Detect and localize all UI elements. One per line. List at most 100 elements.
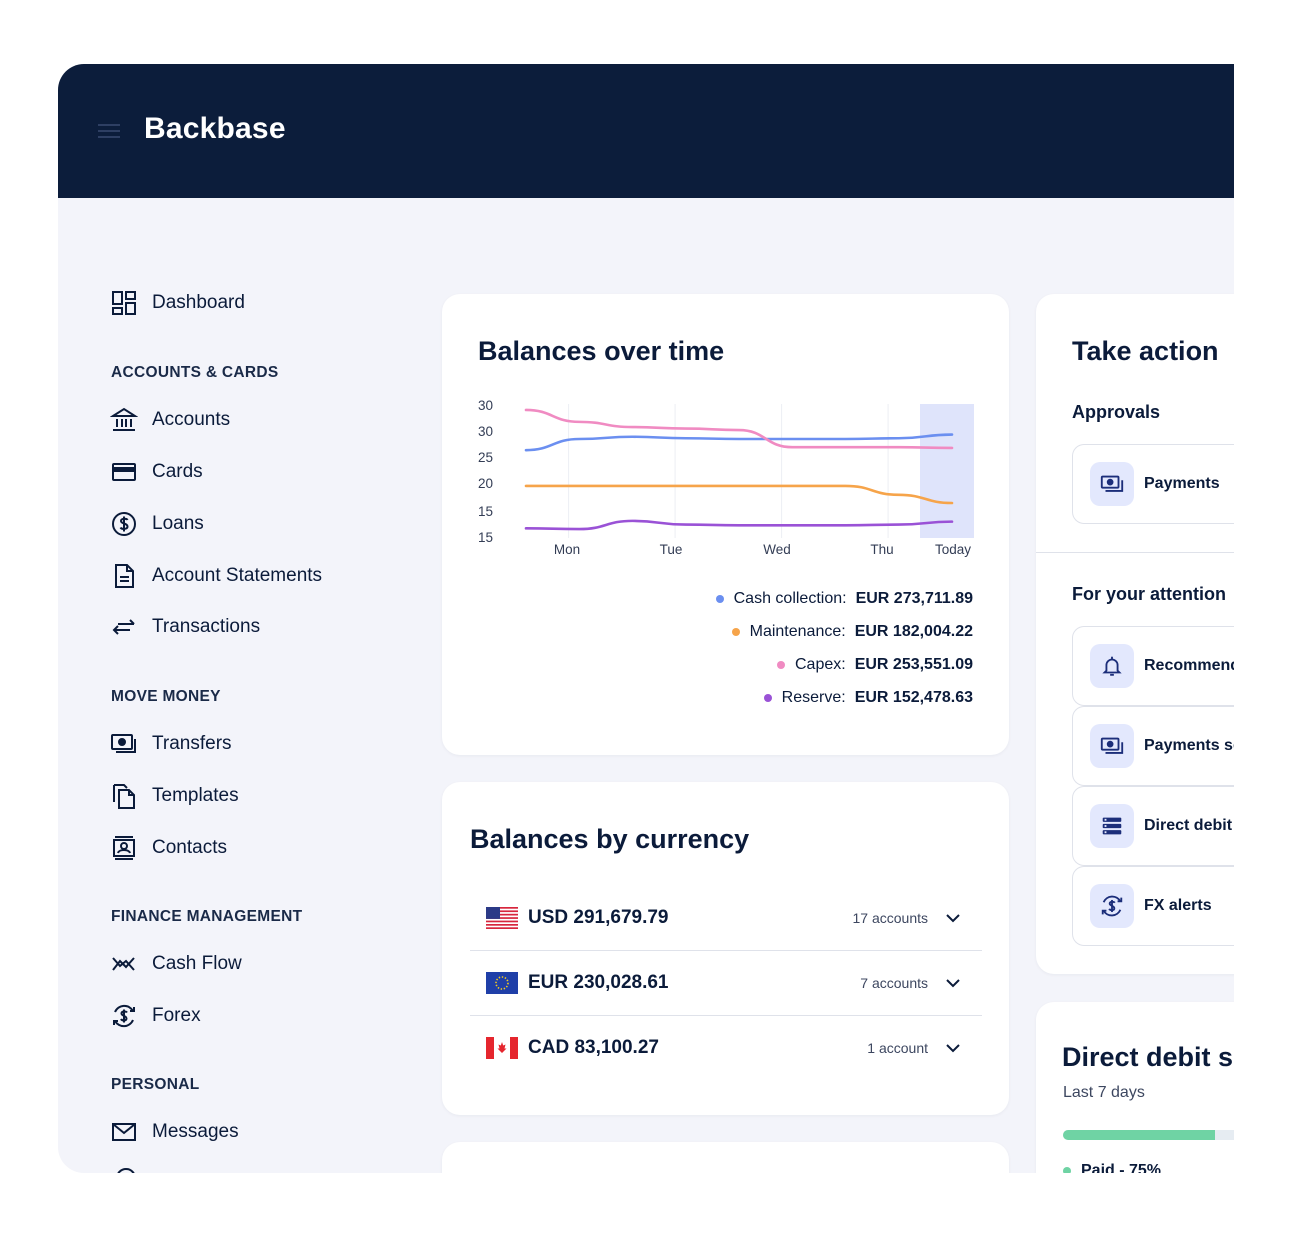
legend-value: EUR 253,551.09 <box>854 656 973 673</box>
sidebar-item-dashboard[interactable]: Dashboard <box>110 288 245 318</box>
account-count: 17 accounts <box>852 910 929 926</box>
account-count: 7 accounts <box>860 975 928 991</box>
legend-dot <box>776 661 785 669</box>
currency-row-eur[interactable]: EUR 230,028.61 7 accounts <box>470 951 982 1015</box>
bell-icon <box>1090 644 1134 688</box>
sidebar-item-label: Transfers <box>152 733 232 754</box>
eu-flag-icon <box>486 972 518 994</box>
sidebar-item-templates[interactable]: Templates <box>110 781 239 811</box>
sidebar-item-messages[interactable]: Messages <box>110 1117 239 1147</box>
currency-amount: EUR 230,028.61 <box>528 972 669 993</box>
top-bar: Backbase <box>58 64 1234 198</box>
attention-payments-scheduled[interactable]: Payments sc <box>1072 706 1234 786</box>
section-heading-finance-management: FINANCE MANAGEMENT <box>111 908 303 925</box>
sidebar-item-label: Cash Flow <box>152 953 242 974</box>
sidebar-item-transactions[interactable]: Transactions <box>110 612 260 642</box>
attention-heading: For your attention <box>1072 584 1226 604</box>
attention-recommend[interactable]: Recommend <box>1072 626 1234 706</box>
currency-exchange-icon <box>1090 884 1134 928</box>
us-flag-icon <box>486 907 518 929</box>
sidebar-item-label: Account Statements <box>152 565 323 586</box>
y-tick-label: 30 <box>478 424 494 439</box>
legend-label: Capex: <box>794 656 846 673</box>
currency-row-usd[interactable]: USD 291,679.79 17 accounts <box>470 886 982 950</box>
sidebar-item-label: Accounts <box>152 409 231 430</box>
sidebar-item-label: Templates <box>152 785 239 806</box>
legend-label: Maintenance: <box>749 623 846 640</box>
legend-dot <box>763 694 772 702</box>
chevron-down-icon[interactable] <box>946 1043 960 1053</box>
sidebar-item-label: Cards <box>152 461 203 482</box>
y-tick-label: 30 <box>478 398 494 413</box>
sidebar-item-accounts[interactable]: Accounts <box>110 405 230 435</box>
sidebar-item-contacts[interactable]: Contacts <box>110 833 227 863</box>
sidebar-item-label: Transactions <box>152 616 261 637</box>
sidebar-item-transfers[interactable]: Transfers <box>110 729 232 759</box>
paid-progress-fill <box>1063 1130 1216 1140</box>
take-action-card: Take action Approvals Payments For your … <box>1036 294 1234 974</box>
x-tick-label: Mon <box>553 542 581 557</box>
card-title: Take action <box>1072 336 1219 366</box>
hamburger-menu-icon[interactable] <box>98 124 120 138</box>
legend-dot <box>731 628 740 636</box>
section-heading-move-money: MOVE MONEY <box>111 688 221 705</box>
legend-dot <box>1063 1167 1071 1173</box>
legend-item-reserve: Reserve: EUR 152,478.63 <box>763 689 973 707</box>
money-icon <box>1090 462 1134 506</box>
envelope-icon <box>112 1123 136 1141</box>
money-icon <box>1090 724 1134 768</box>
chevron-down-icon[interactable] <box>946 913 960 923</box>
currency-row-cad[interactable]: CAD 83,100.27 1 account <box>470 1016 982 1080</box>
legend-item-maintenance: Maintenance: EUR 182,004.22 <box>731 623 973 641</box>
card-subtitle: Last 7 days <box>1063 1084 1145 1101</box>
currency-amount: USD 291,679.79 <box>528 907 669 928</box>
brand-logo[interactable]: Backbase <box>144 112 286 146</box>
legend-item-capex: Capex: EUR 253,551.09 <box>776 656 973 674</box>
attention-direct-debit[interactable]: Direct debit <box>1072 786 1234 866</box>
sidebar-item-forex[interactable]: Forex <box>110 1001 201 1031</box>
x-tick-label: Wed <box>763 542 791 557</box>
line-chart <box>524 404 974 538</box>
chevron-down-icon[interactable] <box>946 978 960 988</box>
server-list-icon <box>1090 804 1134 848</box>
sidebar-item-cards[interactable]: Cards <box>110 457 203 487</box>
action-label: Payments sc <box>1144 737 1234 754</box>
y-tick-label: 25 <box>478 450 494 465</box>
attention-fx-alerts[interactable]: FX alerts <box>1072 866 1234 946</box>
today-highlight <box>920 404 974 538</box>
document-icon <box>115 564 134 588</box>
sidebar-item-loans[interactable]: Loans <box>110 509 204 539</box>
legend-dot <box>715 595 724 603</box>
y-tick-label: 15 <box>478 530 494 545</box>
sidebar-item-label: Loans <box>152 513 204 534</box>
approval-payments[interactable]: Payments <box>1072 444 1234 524</box>
app-window: Backbase Dashboard ACCOUNTS & CARDS Acco… <box>58 64 1234 1173</box>
section-heading-personal: PERSONAL <box>111 1076 200 1093</box>
direct-debit-card: Direct debit s Last 7 days Paid - 75% <box>1036 1002 1234 1173</box>
sidebar-item-cash-flow[interactable]: Cash Flow <box>110 949 242 979</box>
sidebar-item-account-statements[interactable]: Account Statements <box>110 561 322 591</box>
action-label: Recommend <box>1144 657 1234 674</box>
action-label: Direct debit <box>1144 817 1233 834</box>
sidebar-item-label: Contacts <box>152 837 227 858</box>
copy-icon <box>113 784 135 809</box>
dollar-circle-icon <box>112 512 136 536</box>
x-tick-label: Tue <box>659 542 683 557</box>
y-tick-label: 15 <box>478 504 494 519</box>
action-label: FX alerts <box>1144 897 1212 914</box>
partial-card <box>442 1142 1009 1173</box>
x-tick-label: Thu <box>870 542 894 557</box>
sidebar-item-label: Messages <box>152 1121 239 1142</box>
currency-exchange-icon <box>113 1004 135 1028</box>
ca-flag-icon <box>486 1037 518 1059</box>
card-title: Direct debit s <box>1062 1042 1234 1072</box>
approvals-heading: Approvals <box>1072 402 1161 422</box>
balances-over-time-card: Balances over time 30 30 25 20 15 15 Mon… <box>442 294 1009 755</box>
x-tick-label: Today <box>934 542 972 557</box>
currency-amount: CAD 83,100.27 <box>528 1037 659 1058</box>
legend-value: EUR 152,478.63 <box>854 689 973 706</box>
card-title: Balances over time <box>478 336 725 366</box>
sidebar-item-label: Dashboard <box>152 292 245 313</box>
section-divider <box>1036 552 1234 553</box>
credit-card-icon <box>112 463 136 481</box>
